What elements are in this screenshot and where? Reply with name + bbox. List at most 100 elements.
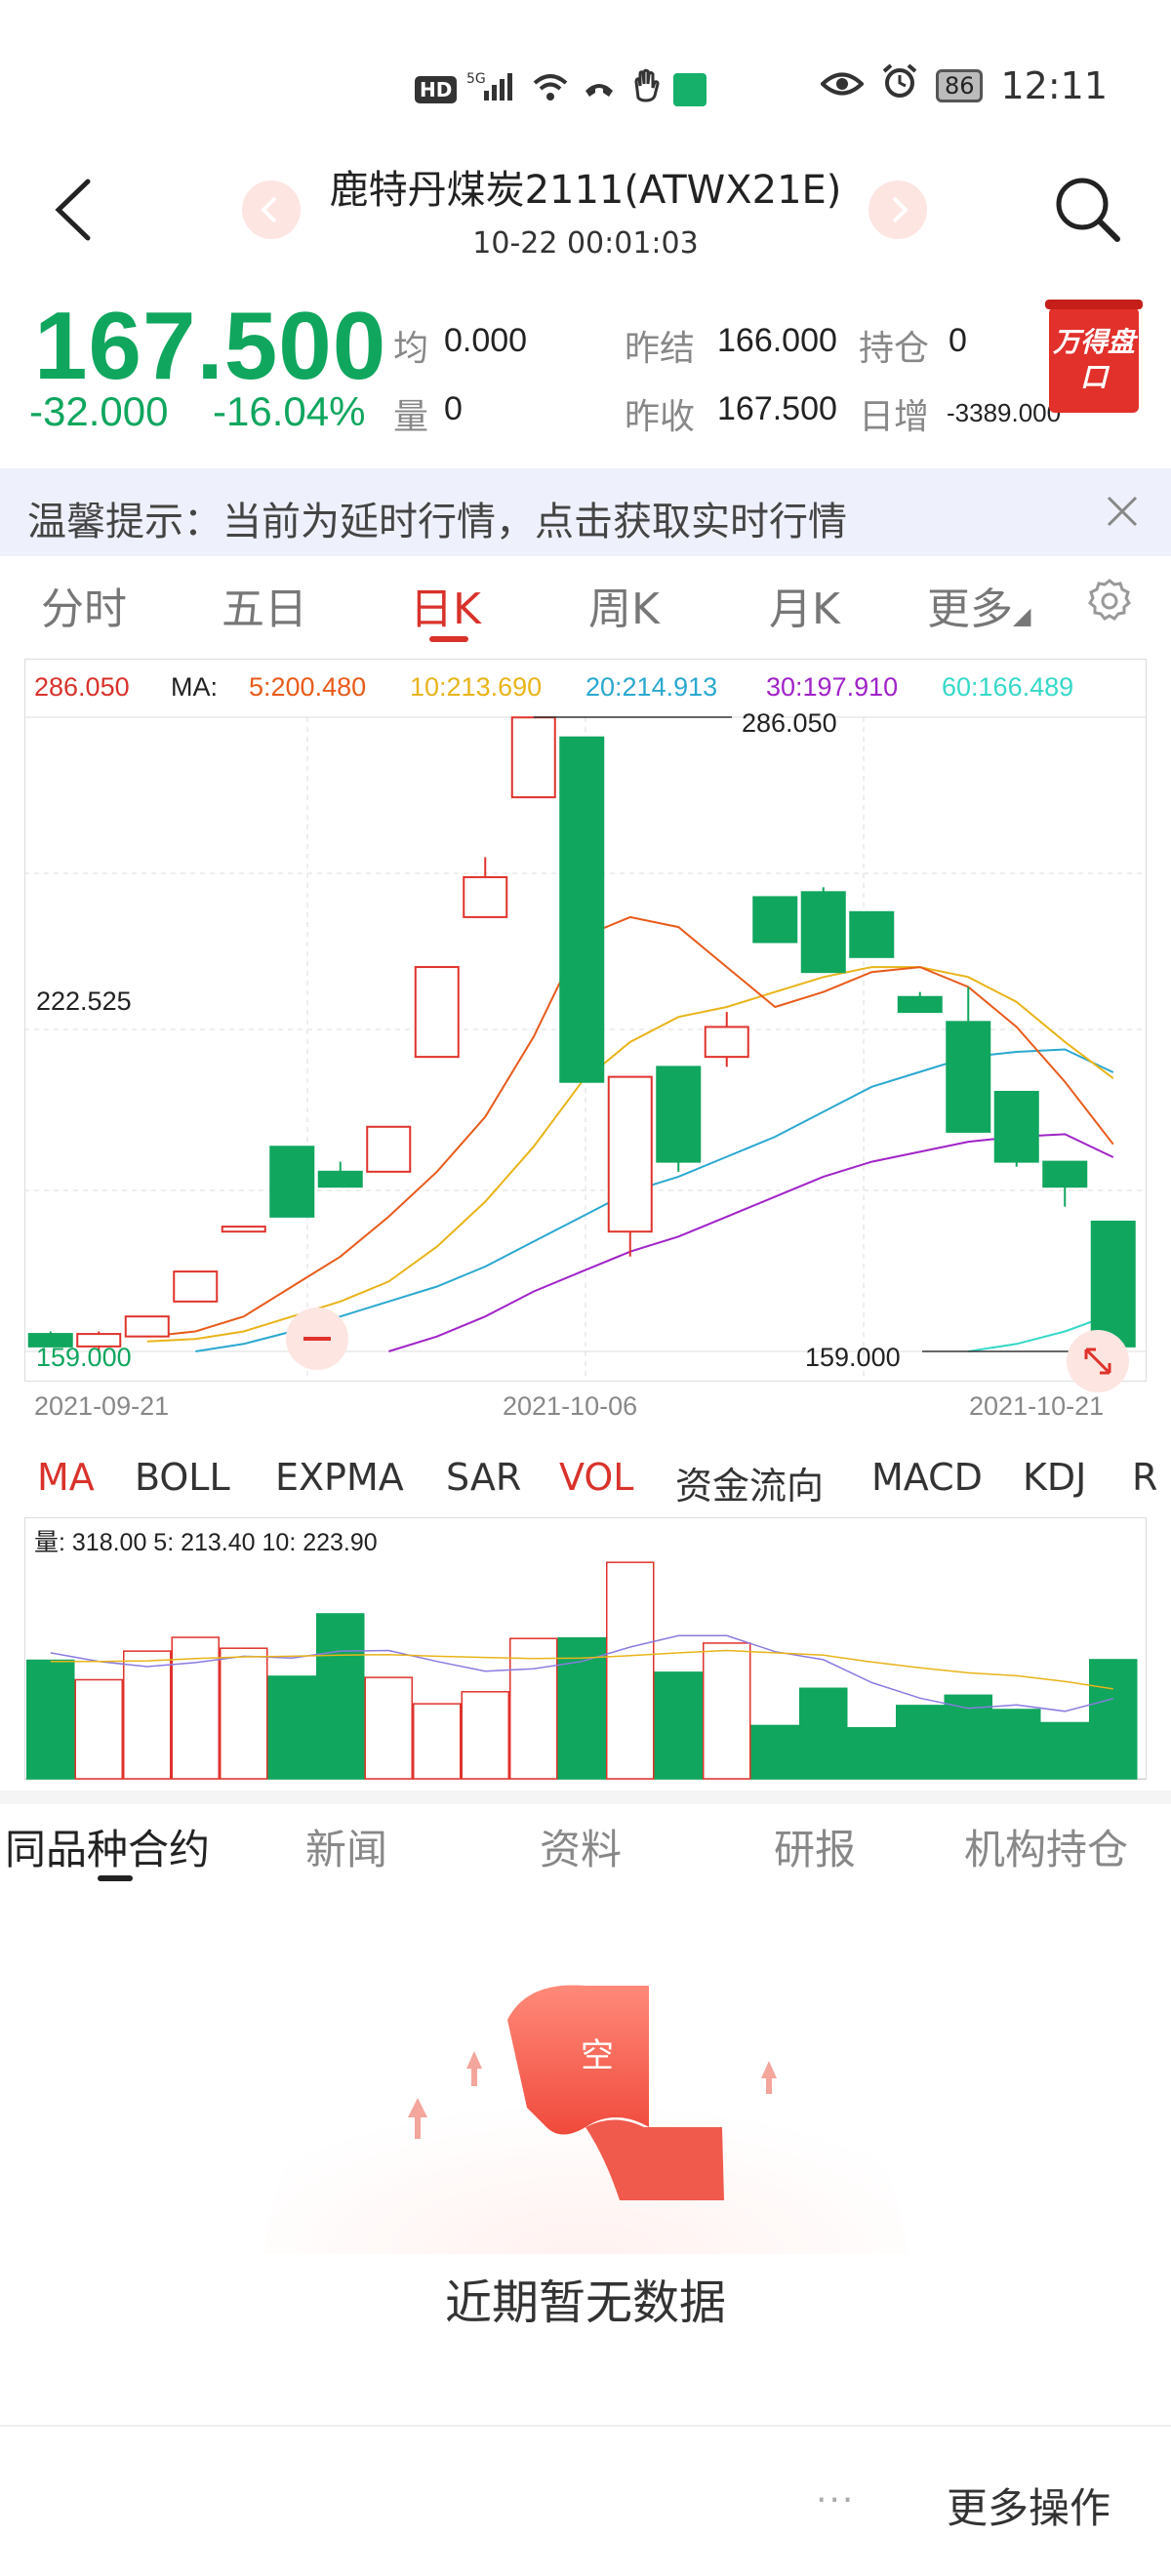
volume-value: 0 xyxy=(444,390,463,427)
empty-illustration: 空 xyxy=(263,1985,908,2254)
y-label-min: 159.000 xyxy=(36,1343,132,1372)
indicator-tab-capital-flow[interactable]: 资金流向 xyxy=(675,1456,824,1509)
volume-bar xyxy=(220,1647,268,1780)
last-price: 167.500 xyxy=(34,292,387,399)
wifi-icon xyxy=(531,69,570,109)
candle-body xyxy=(800,891,846,974)
volume-bar xyxy=(1089,1659,1138,1780)
alarm-icon xyxy=(881,62,918,108)
volume-bar xyxy=(799,1687,848,1780)
volume-bar xyxy=(992,1709,1041,1780)
x-label-start: 2021-09-21 xyxy=(34,1391,169,1421)
prev-settle-value: 166.000 xyxy=(717,322,837,359)
tab-monthly-k[interactable]: 月K xyxy=(769,574,840,636)
ma30-line xyxy=(388,1133,1114,1352)
hand-icon xyxy=(628,68,664,110)
tab-intraday[interactable]: 分时 xyxy=(41,574,127,636)
candle-body xyxy=(463,875,508,918)
candle-body xyxy=(414,966,460,1059)
candle-body xyxy=(510,716,556,799)
volume-chart[interactable]: 量: 318.00 5: 213.40 10: 223.90 xyxy=(24,1517,1147,1781)
indicator-tab-expma[interactable]: EXPMA xyxy=(275,1456,404,1499)
candle-body xyxy=(849,910,895,958)
tab-weekly-k[interactable]: 周K xyxy=(588,574,660,636)
triangle-down-icon: ◢ xyxy=(1013,602,1031,629)
tab-news[interactable]: 新闻 xyxy=(305,1817,387,1876)
volume-bar xyxy=(847,1727,896,1780)
expand-chart-button[interactable] xyxy=(1067,1330,1129,1392)
info-tabs: 同品种合约 新闻 资料 研报 机构持仓 xyxy=(0,1805,1171,1883)
more-operations-button[interactable]: 更多操作 xyxy=(947,2475,1110,2535)
delay-notice-banner[interactable]: 温馨提示：当前为延时行情，点击获取实时行情 xyxy=(0,468,1171,556)
app-notification-icon xyxy=(673,72,707,106)
volume-summary-label: 量: 318.00 5: 213.40 10: 223.90 xyxy=(34,1529,378,1556)
volume-bar xyxy=(461,1691,509,1780)
ma60-legend: 60:166.489 xyxy=(942,672,1073,702)
candle-body xyxy=(317,1170,363,1188)
candle-body xyxy=(752,896,798,944)
close-icon xyxy=(1107,496,1138,527)
candle-body xyxy=(897,995,943,1014)
next-contract-button[interactable] xyxy=(868,181,927,239)
ma-header-price: 286.050 xyxy=(34,672,130,702)
indicator-tab-macd[interactable]: MACD xyxy=(871,1456,983,1499)
tab-profile[interactable]: 资料 xyxy=(540,1817,622,1876)
signal-icon: 5G xyxy=(466,69,521,109)
volume-bar xyxy=(896,1705,945,1780)
ellipsis-icon: ··· xyxy=(816,2480,856,2520)
kline-chart-svg: 286.050 MA: 5:200.480 10:213.690 20:214.… xyxy=(24,659,1147,1421)
tab-same-variety-contracts[interactable]: 同品种合约 xyxy=(5,1817,210,1876)
volume-bar xyxy=(557,1636,606,1780)
tab-more[interactable]: 更多◢ xyxy=(927,574,1030,636)
volume-bar xyxy=(316,1613,365,1780)
volume-bar xyxy=(74,1678,123,1780)
tab-five-day[interactable]: 五日 xyxy=(222,574,307,636)
volume-bar xyxy=(654,1671,703,1780)
volume-bar xyxy=(703,1642,751,1780)
chart-settings-button[interactable] xyxy=(1085,576,1134,624)
gear-icon xyxy=(1088,579,1131,621)
indicator-tab-r[interactable]: R xyxy=(1132,1456,1157,1499)
empty-badge: 空 xyxy=(581,2036,614,2075)
indicator-tab-ma[interactable]: MA xyxy=(37,1456,95,1499)
notice-close-button[interactable] xyxy=(1101,490,1144,533)
bottom-action-bar: ··· 更多操作 xyxy=(0,2425,1171,2576)
prev-close-label: 昨收 xyxy=(625,397,696,437)
clock-time: 12:11 xyxy=(1000,63,1108,107)
indicator-tab-kdj[interactable]: KDJ xyxy=(1023,1456,1086,1499)
tab-institution-holdings[interactable]: 机构持仓 xyxy=(964,1817,1128,1876)
daily-increase-label: 日增 xyxy=(859,397,930,437)
low-marker-label: 159.000 xyxy=(805,1343,901,1372)
ma10-legend: 10:213.690 xyxy=(410,672,542,702)
phone-icon xyxy=(580,69,619,109)
candle-body xyxy=(607,1075,653,1233)
ma20-legend: 20:214.913 xyxy=(586,672,717,702)
search-button[interactable] xyxy=(1049,171,1127,249)
kline-chart[interactable]: 286.050 MA: 5:200.480 10:213.690 20:214.… xyxy=(24,659,1147,1439)
delay-notice-text: 温馨提示：当前为延时行情，点击获取实时行情 xyxy=(27,500,847,544)
status-icons-right: 86 12:11 xyxy=(820,62,1108,108)
volume-bar xyxy=(509,1637,558,1780)
volume-bar xyxy=(750,1724,799,1780)
candle-body xyxy=(1090,1220,1136,1348)
hd-icon: HD xyxy=(415,75,458,103)
indicator-tab-vol[interactable]: VOL xyxy=(559,1456,633,1499)
indicator-tab-sar[interactable]: SAR xyxy=(446,1456,521,1499)
volume-label: 量 xyxy=(393,397,429,437)
high-marker-label: 286.050 xyxy=(742,708,837,738)
volume-bar xyxy=(1040,1721,1089,1780)
candle-body xyxy=(993,1090,1039,1163)
wind-orderbook-button[interactable]: 万得盘口 xyxy=(1045,300,1143,413)
indicator-tab-boll[interactable]: BOLL xyxy=(135,1456,230,1499)
section-divider xyxy=(0,1791,1171,1804)
price-change: -32.000 xyxy=(29,388,169,434)
search-icon xyxy=(1056,178,1120,242)
minus-zoom-button[interactable] xyxy=(286,1308,348,1370)
y-label-mid: 222.525 xyxy=(36,986,132,1016)
volume-bar xyxy=(26,1659,75,1780)
tab-daily-k[interactable]: 日K xyxy=(410,574,481,636)
tab-research[interactable]: 研报 xyxy=(774,1817,856,1876)
open-interest-value: 0 xyxy=(949,322,967,359)
battery-icon: 86 xyxy=(935,68,984,102)
candle-body xyxy=(173,1270,219,1303)
